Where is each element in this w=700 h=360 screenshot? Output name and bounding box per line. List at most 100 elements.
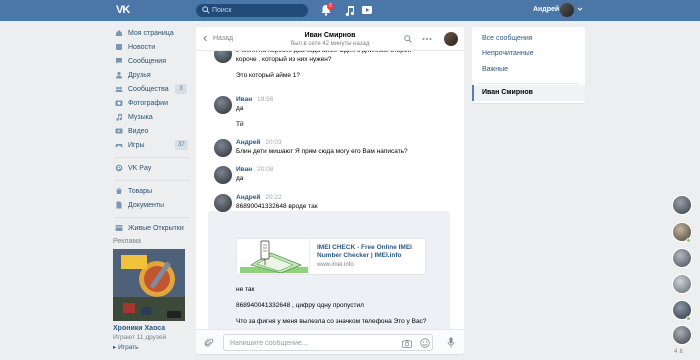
friend-avatar[interactable] (672, 325, 692, 345)
sidebar-item-games[interactable]: Игры 37 (113, 139, 191, 153)
message-group[interactable]: Андрей 20:22 86890041332648 вроде так (214, 194, 450, 214)
user-name[interactable]: Андрей (533, 6, 559, 13)
phone-illustration-icon (240, 240, 308, 274)
sidebar-item-label: Моя страница (128, 30, 174, 37)
message-author[interactable]: Андрей 20:22 (236, 194, 282, 201)
message-author[interactable]: Иван 19:56 (236, 96, 273, 103)
notifications-badge: 6 (327, 3, 334, 10)
avatar[interactable] (214, 96, 232, 114)
message-text: Блин дети мишают Я прям сюда могу его Ва… (236, 148, 408, 155)
photos-icon (115, 100, 123, 106)
conversation-filters: Все сообщения Непрочитанные Важные Иван … (472, 27, 585, 103)
author-name[interactable]: Андрей (236, 139, 260, 146)
sidebar-item-label: Сообщества (128, 86, 169, 93)
sidebar-item-label: VK Pay (128, 165, 152, 172)
message-author[interactable]: Иван 20:08 (236, 166, 273, 173)
author-name[interactable]: Андрей (236, 194, 260, 201)
divider (115, 217, 189, 218)
chat-panel: Назад Иван Смирнов был в сети 42 минуты … (196, 27, 464, 354)
chat-header: Назад Иван Смирнов был в сети 42 минуты … (196, 27, 464, 51)
filter-important[interactable]: Важные (472, 63, 585, 77)
search-icon (202, 6, 210, 14)
divider (478, 83, 579, 84)
filter-unread[interactable]: Непрочитанные (472, 47, 585, 61)
filter-all-messages[interactable]: Все сообщения (472, 32, 585, 46)
message-group[interactable]: Иван 19:56 да Тй (214, 96, 450, 131)
vk-logo[interactable]: VK (116, 4, 134, 17)
message-text: Тй (236, 121, 244, 128)
count-badge: 3 (175, 84, 187, 94)
ad-name[interactable]: Хроники Хаоса (113, 325, 191, 332)
active-conversation[interactable]: Иван Смирнов (472, 85, 585, 101)
vkpay-icon (115, 164, 123, 172)
message-author[interactable]: Андрей 20:03 (236, 139, 282, 146)
ad-image[interactable] (113, 249, 185, 321)
online-indicator (686, 316, 691, 321)
filter-label: Все сообщения (482, 35, 533, 42)
sidebar-item-documents[interactable]: Документы (113, 199, 191, 213)
sidebar-item-video[interactable]: Видео (113, 125, 191, 139)
sidebar-item-news[interactable]: Новости (113, 41, 191, 55)
friend-avatar[interactable] (672, 195, 692, 215)
cards-icon (115, 225, 123, 231)
search-input[interactable] (212, 5, 302, 16)
sidebar-item-label: Музыка (128, 114, 153, 121)
music-icon[interactable] (343, 3, 357, 17)
link-thumbnail (237, 239, 310, 274)
avatar[interactable] (214, 166, 232, 184)
games-icon (115, 144, 123, 148)
ad-play-link[interactable]: ▸ Играть (113, 343, 191, 351)
divider (115, 157, 189, 158)
news-icon (116, 44, 122, 50)
chevron-down-icon[interactable] (577, 6, 583, 12)
author-name[interactable]: Иван (236, 96, 252, 103)
sidebar-item-label: Друзья (128, 72, 151, 79)
peer-avatar[interactable] (444, 32, 458, 46)
message-input[interactable] (230, 338, 380, 348)
avatar[interactable] (214, 139, 232, 157)
sidebar-item-cards[interactable]: Живые Открытки (113, 222, 191, 236)
sidebar-item-goods[interactable]: Товары (113, 185, 191, 199)
link-url[interactable]: www.imei.info (317, 262, 354, 268)
smile-icon[interactable] (420, 338, 430, 348)
documents-icon (116, 201, 122, 209)
count-badge: 37 (175, 140, 188, 150)
paperclip-icon[interactable] (204, 338, 214, 348)
divider (115, 180, 189, 181)
more-icon[interactable] (422, 37, 432, 41)
ads-title: Реклама (113, 238, 142, 245)
friends-online-count[interactable]: 4 ⊻ (674, 348, 683, 355)
top-bar: VK 6 Андрей (0, 0, 700, 21)
message-text: короче . который из них нужен? (236, 56, 332, 63)
sidebar-item-my-page[interactable]: Моя страница (113, 27, 191, 41)
link-preview-card[interactable]: IMEI CHECK - Free Online IMEI Number Che… (236, 238, 426, 275)
play-icon[interactable] (360, 3, 374, 17)
message-group[interactable]: Андрей 20:03 Блин дети мишают Я прям сюда… (214, 139, 450, 161)
sidebar-item-photos[interactable]: Фотографии (113, 97, 191, 111)
message-text: да (236, 175, 244, 182)
sidebar-item-communities[interactable]: Сообщества 3 (113, 83, 191, 97)
avatar[interactable] (560, 3, 574, 17)
message-input-box[interactable] (223, 334, 433, 351)
message-group[interactable]: Иван 20:08 да (214, 166, 450, 188)
author-name[interactable]: Иван (236, 166, 252, 173)
sidebar-item-friends[interactable]: Друзья (113, 69, 191, 83)
sidebar-item-vk-pay[interactable]: VK Pay (113, 162, 191, 176)
sidebar-item-messages[interactable]: Сообщения (113, 55, 191, 69)
home-icon (116, 30, 122, 36)
filter-label: Непрочитанные (482, 50, 534, 57)
friend-avatar[interactable] (672, 274, 692, 294)
friend-avatar[interactable] (672, 248, 692, 268)
sidebar-item-music[interactable]: Музыка (113, 111, 191, 125)
goods-icon (116, 188, 122, 194)
microphone-icon[interactable] (447, 337, 455, 348)
avatar[interactable] (214, 194, 232, 212)
communities-icon (115, 86, 123, 92)
link-title[interactable]: IMEI CHECK - Free Online IMEI Number Che… (317, 244, 423, 260)
message-text: Это который айме 1? (236, 72, 300, 79)
search-box[interactable] (196, 4, 308, 17)
search-icon[interactable] (404, 35, 412, 43)
camera-icon[interactable] (402, 339, 412, 348)
message-history: У меня на коробке два кода айме Один с д… (196, 45, 464, 353)
sidebar-item-label: Товары (128, 188, 153, 195)
